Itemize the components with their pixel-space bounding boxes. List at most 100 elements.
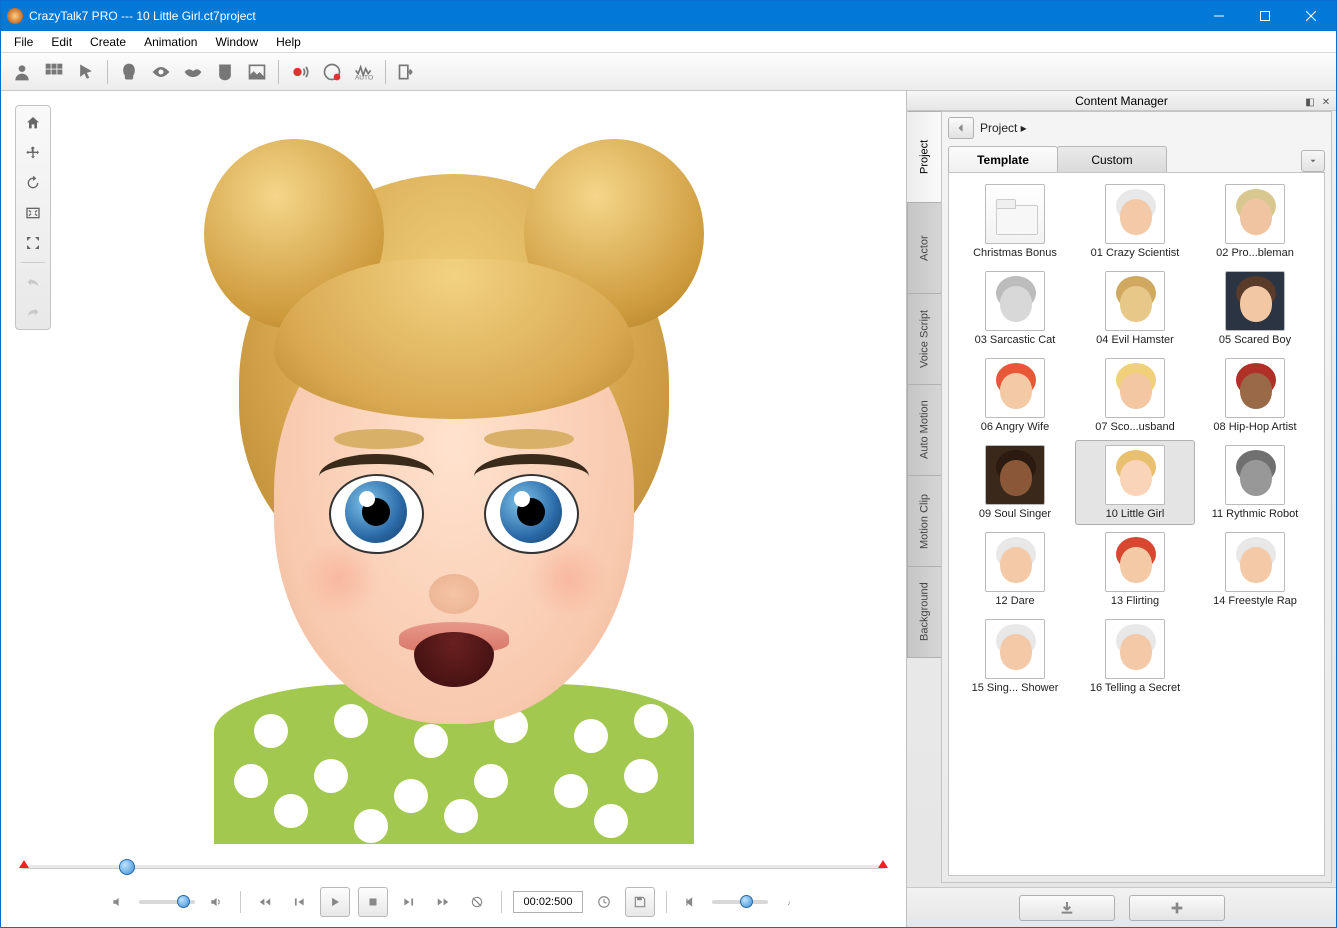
voice-morph-icon[interactable] <box>317 57 347 87</box>
content-item[interactable]: 08 Hip-Hop Artist <box>1195 353 1315 438</box>
range-end-marker[interactable] <box>878 860 888 868</box>
image-icon[interactable] <box>242 57 272 87</box>
content-item-label: 10 Little Girl <box>1078 508 1192 520</box>
lips-icon[interactable] <box>178 57 208 87</box>
rewind-icon[interactable] <box>252 889 278 915</box>
content-item[interactable]: 03 Sarcastic Cat <box>955 266 1075 351</box>
volume-icon[interactable] <box>203 889 229 915</box>
fast-forward-icon[interactable] <box>430 889 456 915</box>
content-item-label: 06 Angry Wife <box>958 421 1072 433</box>
content-item[interactable]: Christmas Bonus <box>955 179 1075 264</box>
panel-dock-icon[interactable]: ◧ <box>1304 93 1316 105</box>
apply-button[interactable] <box>1019 895 1115 921</box>
grid-icon[interactable] <box>39 57 69 87</box>
content-item[interactable]: 12 Dare <box>955 527 1075 612</box>
content-item[interactable]: 11 Rythmic Robot <box>1195 440 1315 525</box>
category-tab-auto-motion[interactable]: Auto Motion <box>907 384 941 476</box>
menu-edit[interactable]: Edit <box>42 32 81 52</box>
content-item-label: Christmas Bonus <box>958 247 1072 259</box>
maximize-button[interactable] <box>1242 1 1288 31</box>
content-item-label: 01 Crazy Scientist <box>1078 247 1192 259</box>
content-item[interactable]: 10 Little Girl <box>1075 440 1195 525</box>
face-outline-icon[interactable] <box>210 57 240 87</box>
auto-motion-icon[interactable]: AUTO <box>349 57 379 87</box>
speed-slow-icon[interactable] <box>678 889 704 915</box>
app-icon <box>7 8 23 24</box>
content-item-label: 05 Scared Boy <box>1198 334 1312 346</box>
content-item[interactable]: 13 Flirting <box>1075 527 1195 612</box>
menu-window[interactable]: Window <box>206 32 267 52</box>
play-button[interactable] <box>320 887 350 917</box>
category-tab-background[interactable]: Background <box>907 566 941 658</box>
panel-title: Content Manager <box>1075 94 1168 108</box>
category-tab-motion-clip[interactable]: Motion Clip <box>907 475 941 567</box>
nav-back-button[interactable] <box>948 117 974 139</box>
content-item-label: 16 Telling a Secret <box>1078 682 1192 694</box>
title-bar: CrazyTalk7 PRO --- 10 Little Girl.ct7pro… <box>1 1 1336 31</box>
loop-off-icon[interactable] <box>464 889 490 915</box>
breadcrumb[interactable]: Project ▸ <box>980 121 1027 135</box>
panel-close-icon[interactable]: ✕ <box>1320 93 1332 105</box>
content-item[interactable]: 16 Telling a Secret <box>1075 614 1195 699</box>
playhead[interactable] <box>119 859 135 875</box>
content-item-label: 03 Sarcastic Cat <box>958 334 1072 346</box>
category-tab-voice-script[interactable]: Voice Script <box>907 293 941 385</box>
speed-slider[interactable] <box>712 900 768 904</box>
main-toolbar: AUTO <box>1 53 1336 91</box>
menu-help[interactable]: Help <box>267 32 310 52</box>
next-frame-icon[interactable] <box>396 889 422 915</box>
content-item-label: 04 Evil Hamster <box>1078 334 1192 346</box>
head-icon[interactable] <box>114 57 144 87</box>
timeline[interactable] <box>21 851 886 883</box>
time-display[interactable]: 00:02:500 <box>513 891 583 913</box>
svg-text:AUTO: AUTO <box>355 74 373 81</box>
time-mode-icon[interactable] <box>591 889 617 915</box>
svg-text:♪: ♪ <box>787 900 791 907</box>
prev-frame-icon[interactable] <box>286 889 312 915</box>
content-item[interactable]: 09 Soul Singer <box>955 440 1075 525</box>
cursor-icon[interactable] <box>71 57 101 87</box>
stage: 00:02:500 ♪ <box>1 91 906 927</box>
playback-bar: 00:02:500 ♪ <box>7 883 900 921</box>
menu-file[interactable]: File <box>5 32 42 52</box>
add-button[interactable] <box>1129 895 1225 921</box>
viewport[interactable] <box>7 97 900 851</box>
content-grid: Christmas Bonus 01 Crazy Scientist02 Pro.… <box>948 172 1325 876</box>
panel-title-bar: Content Manager ◧ ✕ <box>907 91 1336 111</box>
character-little-girl <box>174 144 734 844</box>
close-button[interactable] <box>1288 1 1334 31</box>
content-item[interactable]: 07 Sco...usband <box>1075 353 1195 438</box>
actor-icon[interactable] <box>7 57 37 87</box>
content-item[interactable]: 14 Freestyle Rap <box>1195 527 1315 612</box>
content-item-label: 15 Sing... Shower <box>958 682 1072 694</box>
export-icon[interactable] <box>392 57 422 87</box>
content-item-label: 13 Flirting <box>1078 595 1192 607</box>
menu-animation[interactable]: Animation <box>135 32 206 52</box>
content-item[interactable]: 04 Evil Hamster <box>1075 266 1195 351</box>
volume-slider[interactable] <box>139 900 195 904</box>
range-start-marker[interactable] <box>19 860 29 868</box>
record-icon[interactable] <box>285 57 315 87</box>
menu-bar: File Edit Create Animation Window Help <box>1 31 1336 53</box>
content-item[interactable]: 02 Pro...bleman <box>1195 179 1315 264</box>
content-item-label: 11 Rythmic Robot <box>1198 508 1312 520</box>
category-tab-project[interactable]: Project <box>907 111 941 203</box>
speed-fast-icon[interactable]: ♪ <box>776 889 802 915</box>
content-item[interactable]: 01 Crazy Scientist <box>1075 179 1195 264</box>
tab-custom[interactable]: Custom <box>1057 146 1167 172</box>
view-options-button[interactable] <box>1301 150 1325 172</box>
window-title: CrazyTalk7 PRO --- 10 Little Girl.ct7pro… <box>29 9 1196 23</box>
content-item-label: 14 Freestyle Rap <box>1198 595 1312 607</box>
minimize-button[interactable] <box>1196 1 1242 31</box>
tab-template[interactable]: Template <box>948 146 1058 172</box>
content-item[interactable]: 15 Sing... Shower <box>955 614 1075 699</box>
content-item[interactable]: 05 Scared Boy <box>1195 266 1315 351</box>
save-icon[interactable] <box>625 887 655 917</box>
menu-create[interactable]: Create <box>81 32 135 52</box>
content-item[interactable]: 06 Angry Wife <box>955 353 1075 438</box>
content-item-label: 12 Dare <box>958 595 1072 607</box>
stop-button[interactable] <box>358 887 388 917</box>
category-tab-actor[interactable]: Actor <box>907 202 941 294</box>
eye-icon[interactable] <box>146 57 176 87</box>
mute-icon[interactable] <box>105 889 131 915</box>
